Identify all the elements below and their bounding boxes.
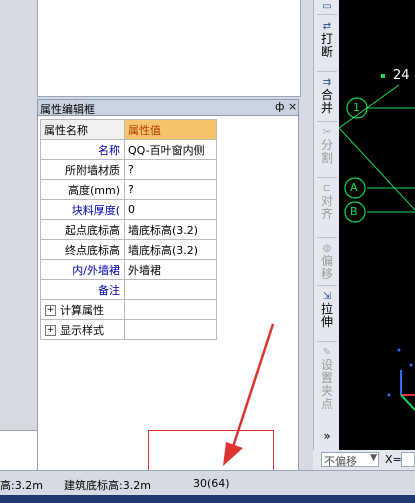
- property-panel-title: 属性编辑框: [40, 103, 95, 116]
- property-row[interactable]: 起点底标高 墙底标高(3.2): [40, 219, 217, 240]
- property-name: 块料厚度(: [40, 199, 125, 220]
- component-list-pane[interactable]: [37, 0, 301, 97]
- property-group-row[interactable]: + 计算属性: [40, 299, 217, 320]
- header-value: 属性值: [124, 119, 217, 140]
- property-group-label: 计算属性: [60, 303, 104, 317]
- taskbar: [0, 495, 415, 503]
- toolbar-button-grip[interactable]: ✎ 设置夹点: [314, 346, 340, 411]
- property-row[interactable]: 终点底标高 墙底标高(3.2): [40, 239, 217, 260]
- property-row[interactable]: 名称 QQ-百叶窗内侧: [40, 139, 217, 160]
- property-row[interactable]: 内/外墙裙 外墙裙: [40, 259, 217, 280]
- property-name: 备注: [40, 279, 125, 300]
- header-name: 属性名称: [40, 119, 125, 140]
- offset-toolbar: 不偏移 ▼ X=: [313, 450, 415, 470]
- property-value[interactable]: ?: [124, 159, 217, 180]
- property-group-value: [124, 299, 217, 320]
- property-table: 属性名称 属性值 名称 QQ-百叶窗内侧 所附墙材质? 高度(mm)? 块料厚度(0 起点…: [40, 119, 217, 340]
- x-coordinate-input[interactable]: [401, 452, 415, 467]
- toolbar-button-align[interactable]: ⊏ 对齐: [314, 182, 340, 221]
- expand-icon[interactable]: +: [45, 325, 56, 336]
- property-value[interactable]: QQ-百叶窗内侧: [124, 139, 217, 160]
- property-value[interactable]: 0: [124, 199, 217, 220]
- property-group-label: 显示样式: [60, 323, 104, 337]
- split-icon: ✂: [322, 127, 332, 138]
- property-value[interactable]: 墙底标高(3.2): [124, 219, 217, 240]
- align-icon: ⊏: [322, 183, 332, 194]
- expand-icon[interactable]: +: [45, 305, 56, 316]
- stretch-icon: ⇲: [322, 291, 332, 302]
- toolbar-button-label: 打断: [320, 32, 333, 59]
- axis-label-1: 1: [353, 101, 360, 114]
- property-row[interactable]: 块料厚度(0: [40, 199, 217, 220]
- count-status: 30(64): [193, 477, 230, 490]
- property-value[interactable]: ?: [124, 179, 217, 200]
- x-coordinate-label: X=: [385, 453, 402, 466]
- annotation-arrow: [223, 323, 275, 466]
- property-name: 高度(mm): [40, 179, 125, 200]
- edit-toolbar: ▭ ⇄ 打断 ⇉ 合并 ✂ 分割 ⊏ 对齐 ◍ 偏移 ⇲ 拉伸 ✎ 设置夹点 »: [313, 0, 340, 450]
- left-strip: [0, 0, 37, 430]
- property-name: 终点底标高: [40, 239, 125, 260]
- property-row[interactable]: 备注: [40, 279, 217, 300]
- pin-icon[interactable]: ф: [275, 100, 284, 113]
- property-group-row[interactable]: + 显示样式: [40, 319, 217, 340]
- status-bar: 高:3.2m 建筑底标高:3.2m 30(64): [0, 470, 415, 496]
- chevron-down-icon[interactable]: ▼: [370, 453, 377, 463]
- property-value[interactable]: [124, 279, 217, 300]
- toolbar-button-label: 合并: [320, 88, 333, 115]
- axis-label-a: A: [350, 181, 358, 194]
- property-panel-titlebar: 属性编辑框 ф ×: [37, 99, 299, 116]
- property-value[interactable]: 墙底标高(3.2): [124, 239, 217, 260]
- property-group-value: [124, 319, 217, 340]
- table-header: 属性名称 属性值: [40, 119, 217, 140]
- building-elevation-status: 建筑底标高:3.2m: [64, 479, 151, 492]
- property-name: 内/外墙裙: [40, 259, 125, 280]
- offset-select[interactable]: 不偏移 ▼: [321, 452, 379, 468]
- toolbar-button-split[interactable]: ✂ 分割: [314, 126, 340, 165]
- toolbar-top-icon: ▭: [322, 1, 332, 12]
- property-group[interactable]: + 计算属性: [40, 299, 125, 320]
- grip-icon: ✎: [322, 347, 332, 358]
- toolbar-button-merge[interactable]: ⇉ 合并: [314, 76, 340, 115]
- floor-height-status: 高:3.2m: [0, 479, 43, 492]
- toolbar-button-break[interactable]: ⇄ 打断: [314, 20, 340, 59]
- toolbar-button-label: 偏移: [320, 254, 333, 281]
- property-name: 起点底标高: [40, 219, 125, 240]
- cad-number-label: 24: [393, 68, 410, 83]
- close-icon[interactable]: ×: [288, 100, 297, 113]
- break-icon: ⇄: [322, 21, 332, 32]
- property-name: 所附墙材质: [40, 159, 125, 180]
- property-row[interactable]: 所附墙材质?: [40, 159, 217, 180]
- toolbar-button-label: 设置夹点: [320, 358, 333, 411]
- property-row[interactable]: 高度(mm)?: [40, 179, 217, 200]
- merge-icon: ⇉: [322, 77, 332, 88]
- property-group[interactable]: + 显示样式: [40, 319, 125, 340]
- toolbar-top-fragment: ▭: [314, 0, 340, 13]
- toolbar-button-label: 分割: [320, 138, 333, 165]
- toolbar-button-label: 拉伸: [320, 302, 333, 329]
- offset-select-value: 不偏移: [324, 455, 357, 468]
- axis-label-b: B: [350, 205, 358, 218]
- cad-canvas[interactable]: 24 1 A B: [339, 0, 415, 450]
- property-value[interactable]: 外墙裙: [124, 259, 217, 280]
- toolbar-button-label: 对齐: [320, 194, 333, 221]
- toolbar-button-stretch[interactable]: ⇲ 拉伸: [314, 290, 340, 329]
- left-bottom-pane: [0, 430, 37, 471]
- toolbar-more-icon[interactable]: »: [314, 430, 340, 443]
- offset-icon: ◍: [322, 243, 332, 254]
- property-name: 名称: [40, 139, 125, 160]
- toolbar-button-offset[interactable]: ◍ 偏移: [314, 242, 340, 281]
